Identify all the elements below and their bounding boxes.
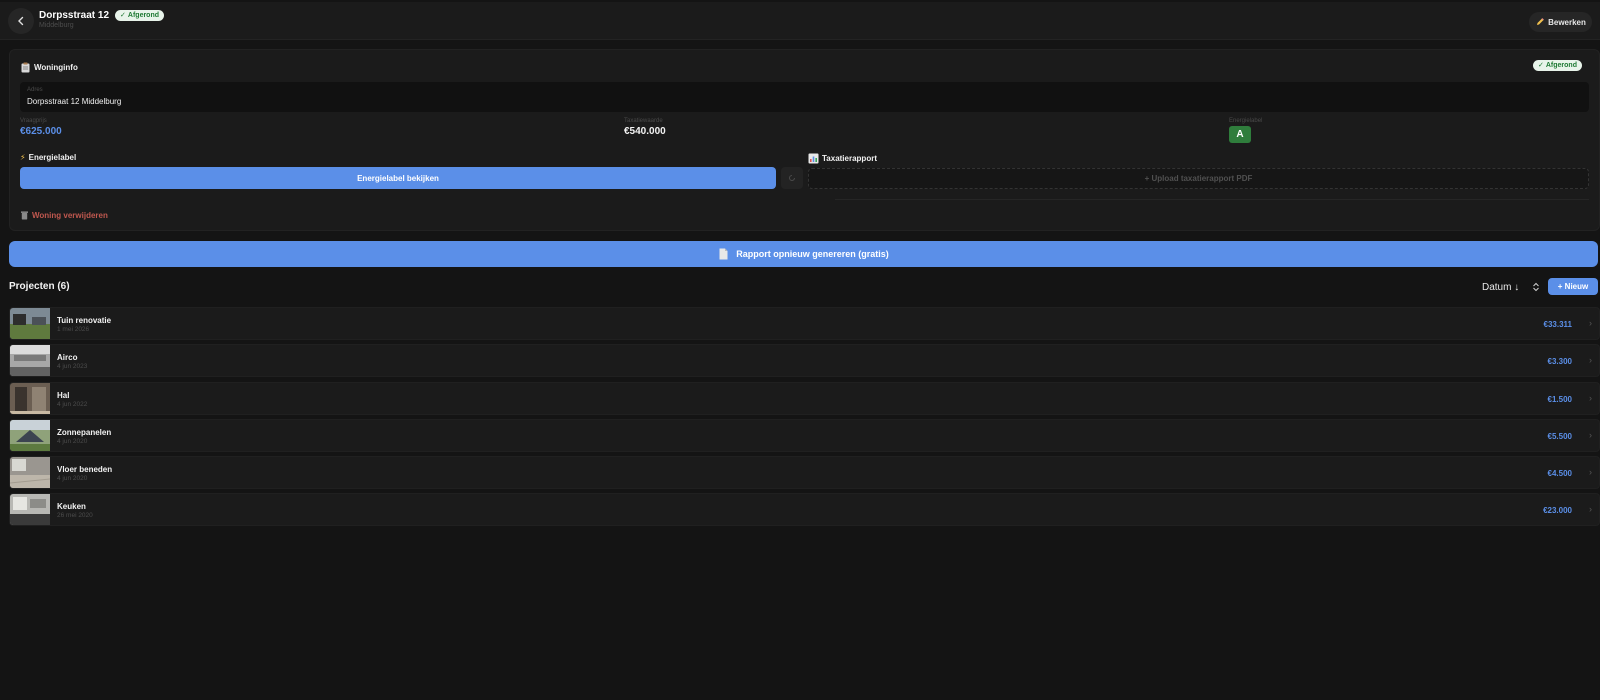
address-field[interactable]: Adres Dorpsstraat 12 Middelburg	[20, 82, 1589, 112]
status-badge: ✓ Afgerond	[115, 10, 165, 21]
project-name: Tuin renovatie	[57, 316, 112, 325]
sort-select-value: Datum ↓	[1482, 281, 1520, 293]
valuation: Taxatiewaarde €540.000	[624, 118, 666, 137]
project-row[interactable]: Airco 4 jun 2023 €3.300 ›	[9, 344, 1600, 378]
divider	[835, 199, 1589, 200]
energy-label-refresh-button[interactable]	[781, 167, 803, 189]
energy-section-title: ⚡ Energielabel	[20, 153, 76, 162]
project-name: Vloer beneden	[57, 465, 113, 475]
project-name: Hal	[57, 390, 70, 400]
clipboard-icon	[21, 62, 30, 73]
project-amount: €3.300	[1547, 357, 1572, 367]
project-amount: €4.500	[1547, 469, 1572, 479]
energy-label-badge: A	[1229, 126, 1251, 143]
valuation-label: Taxatiewaarde	[624, 118, 663, 124]
chevron-right-icon: ›	[1589, 355, 1592, 366]
project-amount: €33.311	[1543, 320, 1572, 329]
project-name: Keuken	[57, 502, 86, 512]
edit-button-label: Bewerken	[1548, 17, 1586, 27]
regenerate-report-button[interactable]: Rapport opnieuw genereren (gratis)	[9, 241, 1598, 267]
chevron-right-icon: ›	[1589, 504, 1592, 515]
back-button[interactable]	[8, 8, 34, 34]
project-row[interactable]: Keuken 26 mei 2020 €23.000 ›	[9, 493, 1600, 527]
delete-property-link[interactable]: Woning verwijderen	[20, 210, 108, 220]
chevron-left-icon	[18, 16, 24, 26]
chevron-right-icon: ›	[1589, 429, 1592, 440]
title-block: Dorpsstraat 12 ✓ Afgerond Middelburg	[39, 10, 165, 29]
status-badge-label: Afgerond	[127, 12, 160, 19]
project-date: 4 jun 2023	[57, 363, 88, 371]
woninginfo-status-badge: ✓ Afgerond	[1533, 60, 1582, 71]
address-label: Adres	[27, 87, 43, 93]
project-row[interactable]: Tuin renovatie 1 mei 2026 €33.311 ›	[9, 307, 1600, 340]
address-value: Dorpsstraat 12 Middelburg	[27, 97, 122, 106]
energy-label-label: Energielabel	[1229, 118, 1263, 124]
project-name: Airco	[57, 353, 78, 363]
woninginfo-status-label: Afgerond	[1545, 62, 1577, 69]
report-section-title: Taxatierapport	[808, 153, 877, 164]
project-date: 4 jun 2020	[57, 475, 88, 483]
project-thumbnail	[10, 345, 50, 377]
project-thumbnail	[10, 457, 50, 489]
project-thumbnail	[10, 382, 50, 414]
project-date: 26 mei 2020	[57, 512, 93, 520]
asking-price-label: Vraagprijs	[20, 118, 47, 124]
project-row[interactable]: Vloer beneden 4 jun 2020 €4.500 ›	[9, 456, 1600, 490]
sort-arrows-icon	[1533, 282, 1539, 292]
project-row[interactable]: Hal 4 jun 2022 €1.500 ›	[9, 381, 1600, 415]
refresh-icon	[789, 175, 795, 181]
project-thumbnail	[10, 308, 50, 339]
report-section-title-label: Taxatierapport	[822, 154, 877, 163]
project-thumbnail	[10, 494, 50, 526]
chevron-right-icon: ›	[1589, 467, 1592, 478]
edit-button[interactable]: Bewerken	[1529, 12, 1592, 32]
trash-icon	[21, 211, 28, 220]
pencil-icon	[1537, 18, 1545, 25]
energy-label-stat: Energielabel A	[1229, 118, 1262, 143]
project-name: Zonnepanelen	[57, 427, 112, 437]
document-icon	[719, 248, 728, 260]
top-bar: Dorpsstraat 12 ✓ Afgerond Middelburg Bew…	[0, 2, 1600, 40]
woninginfo-card: Woninginfo ✓ Afgerond Adres Dorpsstraat …	[9, 49, 1600, 231]
check-icon: ✓	[120, 12, 126, 19]
woninginfo-title: Woninginfo	[20, 62, 78, 73]
projects-title: Projecten (6)	[9, 281, 70, 292]
energy-label-view-button[interactable]: Energielabel bekijken	[20, 167, 776, 189]
project-date: 4 jun 2020	[57, 437, 88, 445]
page-subtitle: Middelburg	[39, 22, 74, 29]
project-amount: €1.500	[1547, 394, 1572, 404]
upload-report-button[interactable]: + Upload taxatierapport PDF	[808, 168, 1589, 189]
new-project-button[interactable]: + Nieuw	[1548, 278, 1598, 295]
lightning-icon: ⚡	[20, 153, 26, 162]
chevron-right-icon: ›	[1589, 318, 1592, 328]
woninginfo-title-label: Woninginfo	[34, 63, 78, 72]
asking-price: Vraagprijs €625.000	[20, 118, 62, 137]
regenerate-report-label: Rapport opnieuw genereren (gratis)	[736, 249, 889, 259]
project-amount: €23.000	[1543, 506, 1572, 516]
chevron-right-icon: ›	[1589, 392, 1592, 403]
project-thumbnail	[10, 419, 50, 451]
check-icon: ✓	[1538, 62, 1544, 69]
project-amount: €5.500	[1547, 431, 1572, 441]
project-list: Tuin renovatie 1 mei 2026 €33.311 › Airc…	[9, 307, 1600, 531]
energy-section-title-label: Energielabel	[28, 153, 77, 162]
delete-property-label: Woning verwijderen	[32, 210, 108, 220]
project-row[interactable]: Zonnepanelen 4 jun 2020 €5.500 ›	[9, 418, 1600, 452]
bar-chart-icon	[808, 153, 819, 164]
valuation-value: €540.000	[624, 126, 666, 137]
project-date: 1 mei 2026	[57, 326, 90, 333]
sort-select[interactable]: Datum ↓	[1482, 279, 1540, 295]
asking-price-value: €625.000	[20, 126, 62, 137]
page-title: Dorpsstraat 12	[39, 10, 110, 21]
project-date: 4 jun 2022	[57, 400, 88, 408]
